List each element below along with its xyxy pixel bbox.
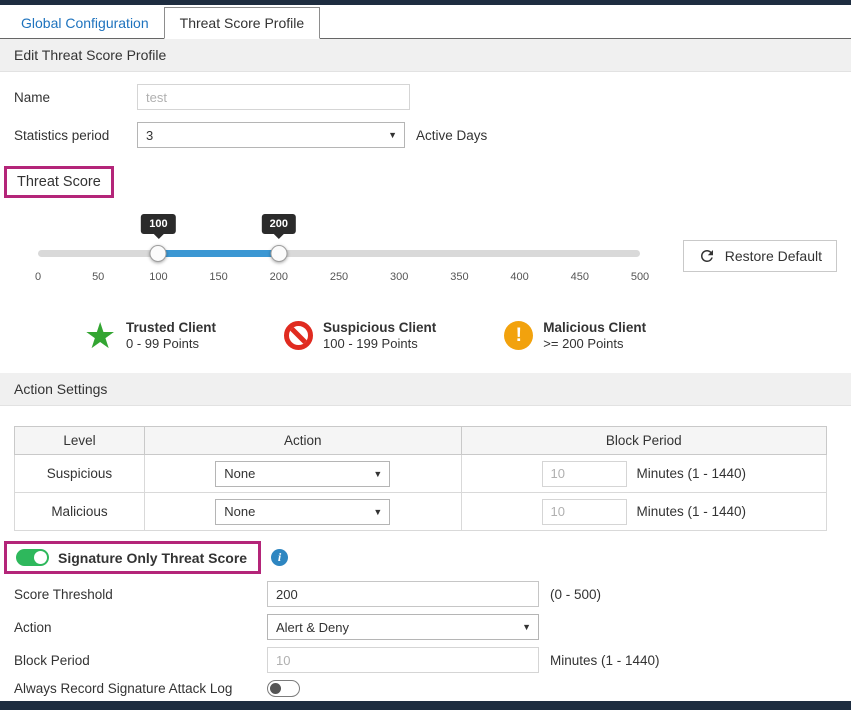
name-row: Name bbox=[14, 84, 837, 110]
signature-block-period-label: Block Period bbox=[14, 653, 267, 668]
slider-lower-handle[interactable] bbox=[150, 245, 167, 262]
slider-tick: 150 bbox=[209, 271, 227, 283]
signature-block-period-unit: Minutes (1 - 1440) bbox=[550, 653, 660, 668]
threat-score-title: Threat Score bbox=[17, 174, 101, 190]
legend-trusted-client: ★ Trusted Client 0 - 99 Points bbox=[84, 320, 216, 351]
slider-upper-handle[interactable] bbox=[270, 245, 287, 262]
always-record-signature-attack-log-label: Always Record Signature Attack Log bbox=[14, 681, 267, 696]
table-row: Suspicious None ▼ Minutes (1 - 1440) bbox=[15, 455, 827, 493]
suspicious-action-select[interactable]: None ▼ bbox=[215, 461, 390, 487]
lower-handle-value-bubble: 100 bbox=[141, 214, 175, 234]
signature-only-threat-score-row: Signature Only Threat Score i bbox=[4, 541, 851, 574]
legend-suspicious-client: Suspicious Client 100 - 199 Points bbox=[284, 320, 436, 351]
upper-handle-value-bubble: 200 bbox=[262, 214, 296, 234]
signature-only-threat-score-label: Signature Only Threat Score bbox=[58, 550, 247, 566]
legend-malicious-client: ! Malicious Client >= 200 Points bbox=[504, 320, 646, 351]
signature-block-period-row: Block Period Minutes (1 - 1440) bbox=[14, 647, 837, 673]
star-icon: ★ bbox=[84, 321, 116, 351]
threat-score-legend: ★ Trusted Client 0 - 99 Points Suspiciou… bbox=[84, 320, 851, 351]
signature-toggle-annotation-box: Signature Only Threat Score bbox=[4, 541, 261, 574]
warning-icon: ! bbox=[504, 321, 533, 350]
slider-track[interactable] bbox=[38, 250, 640, 257]
info-icon[interactable]: i bbox=[271, 549, 288, 566]
edit-threat-score-profile-header: Edit Threat Score Profile bbox=[0, 39, 851, 72]
legend-range: 0 - 99 Points bbox=[126, 336, 216, 351]
signature-action-value: Alert & Deny bbox=[276, 620, 349, 635]
score-threshold-row: Score Threshold (0 - 500) bbox=[14, 581, 837, 607]
chevron-down-icon: ▼ bbox=[373, 507, 382, 517]
chevron-down-icon: ▼ bbox=[388, 130, 397, 140]
bottom-window-bar bbox=[0, 701, 851, 710]
action-settings-header: Action Settings bbox=[0, 373, 851, 406]
signature-action-label: Action bbox=[14, 620, 267, 635]
statistics-period-select[interactable]: 3 ▼ bbox=[137, 122, 405, 148]
statistics-period-suffix: Active Days bbox=[416, 128, 487, 143]
slider-tick: 0 bbox=[35, 271, 41, 283]
threat-score-annotation-box: Threat Score bbox=[4, 166, 114, 198]
slider-tick: 350 bbox=[450, 271, 468, 283]
score-threshold-label: Score Threshold bbox=[14, 587, 267, 602]
malicious-block-period-input[interactable] bbox=[542, 499, 627, 525]
threat-score-slider-zone: 100 200 0 50 100 150 200 250 300 350 400… bbox=[14, 210, 837, 294]
minutes-unit-label: Minutes (1 - 1440) bbox=[637, 466, 747, 481]
header-action: Action bbox=[144, 427, 461, 455]
chevron-down-icon: ▼ bbox=[373, 469, 382, 479]
malicious-action-value: None bbox=[224, 504, 255, 519]
statistics-period-row: Statistics period 3 ▼ Active Days bbox=[14, 122, 837, 148]
legend-title: Malicious Client bbox=[543, 320, 646, 335]
threat-score-section: Threat Score bbox=[4, 166, 851, 198]
legend-title: Trusted Client bbox=[126, 320, 216, 335]
refresh-icon bbox=[698, 247, 716, 265]
slider-tick: 200 bbox=[270, 271, 288, 283]
restore-default-label: Restore Default bbox=[725, 248, 822, 264]
slider-tick: 300 bbox=[390, 271, 408, 283]
statistics-period-value: 3 bbox=[146, 128, 153, 143]
always-record-signature-attack-log-row: Always Record Signature Attack Log bbox=[14, 680, 837, 697]
legend-range: 100 - 199 Points bbox=[323, 336, 436, 351]
restore-default-button[interactable]: Restore Default bbox=[683, 240, 837, 272]
signature-only-threat-score-toggle[interactable] bbox=[16, 549, 49, 566]
name-input[interactable] bbox=[137, 84, 410, 110]
always-record-signature-attack-log-toggle[interactable] bbox=[267, 680, 300, 697]
header-level: Level bbox=[15, 427, 145, 455]
malicious-action-select[interactable]: None ▼ bbox=[215, 499, 390, 525]
tab-threat-score-profile[interactable]: Threat Score Profile bbox=[164, 7, 321, 39]
tab-global-configuration[interactable]: Global Configuration bbox=[6, 8, 164, 38]
action-settings-table: Level Action Block Period Suspicious Non… bbox=[14, 426, 827, 531]
level-cell: Malicious bbox=[15, 493, 145, 531]
name-label: Name bbox=[14, 90, 137, 105]
tab-bar: Global Configuration Threat Score Profil… bbox=[0, 5, 851, 39]
signature-action-row: Action Alert & Deny ▼ bbox=[14, 614, 837, 640]
slider-tick: 400 bbox=[510, 271, 528, 283]
slider-tick: 250 bbox=[330, 271, 348, 283]
table-row: Malicious None ▼ Minutes (1 - 1440) bbox=[15, 493, 827, 531]
suspicious-action-value: None bbox=[224, 466, 255, 481]
score-threshold-hint: (0 - 500) bbox=[550, 587, 601, 602]
slider-selected-range bbox=[158, 250, 278, 257]
statistics-period-label: Statistics period bbox=[14, 128, 137, 143]
score-threshold-input[interactable] bbox=[267, 581, 539, 607]
header-block-period: Block Period bbox=[461, 427, 826, 455]
no-entry-icon bbox=[284, 321, 313, 350]
chevron-down-icon: ▼ bbox=[522, 622, 531, 632]
legend-range: >= 200 Points bbox=[543, 336, 646, 351]
table-header-row: Level Action Block Period bbox=[15, 427, 827, 455]
minutes-unit-label: Minutes (1 - 1440) bbox=[637, 504, 747, 519]
slider-tick: 500 bbox=[631, 271, 649, 283]
signature-action-select[interactable]: Alert & Deny ▼ bbox=[267, 614, 539, 640]
slider-tick: 100 bbox=[149, 271, 167, 283]
threat-score-range-slider[interactable]: 100 200 0 50 100 150 200 250 300 350 400… bbox=[38, 210, 640, 294]
level-cell: Suspicious bbox=[15, 455, 145, 493]
signature-block-period-input[interactable] bbox=[267, 647, 539, 673]
legend-title: Suspicious Client bbox=[323, 320, 436, 335]
slider-tick: 450 bbox=[571, 271, 589, 283]
suspicious-block-period-input[interactable] bbox=[542, 461, 627, 487]
slider-tick: 50 bbox=[92, 271, 104, 283]
